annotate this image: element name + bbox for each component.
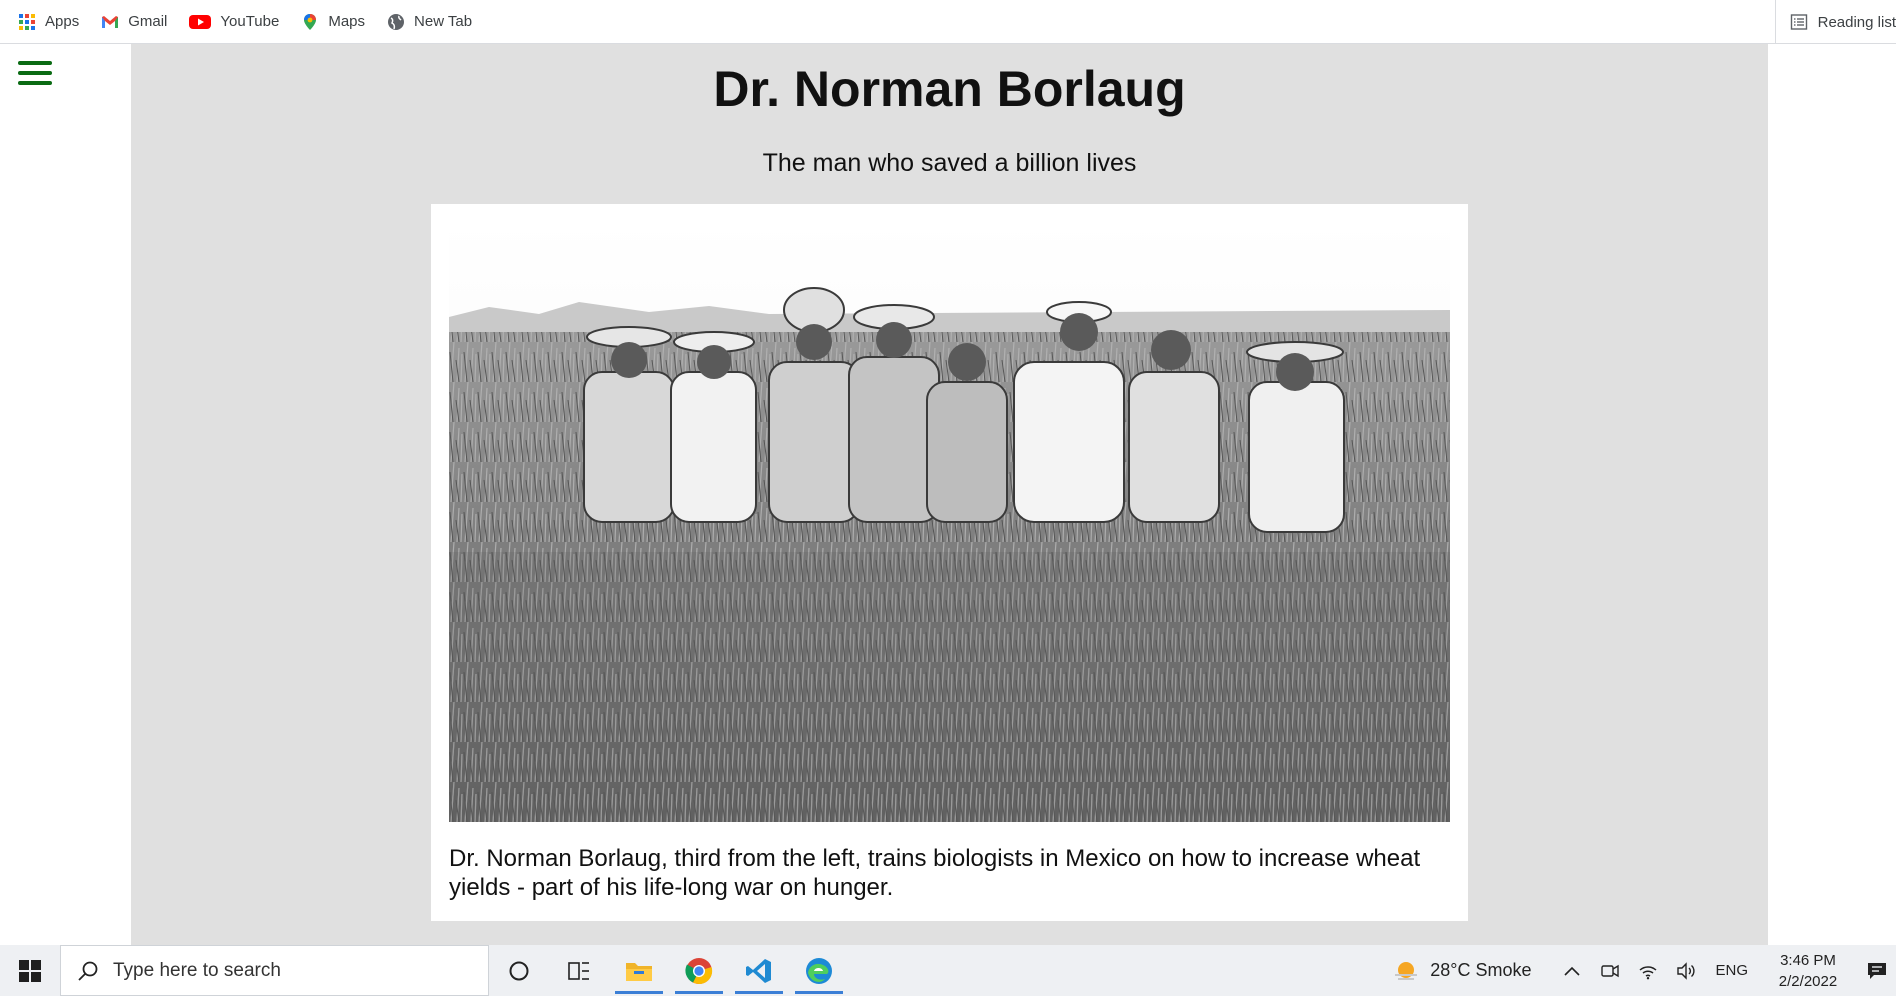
taskbar-search-box[interactable]: Type here to search [60, 945, 489, 996]
vscode-icon [746, 958, 771, 983]
volume-button[interactable] [1667, 945, 1705, 996]
chrome-button[interactable] [669, 945, 729, 996]
chrome-icon [685, 957, 713, 984]
youtube-icon [189, 14, 212, 29]
main-content: Dr. Norman Borlaug The man who saved a b… [131, 44, 1768, 945]
gmail-icon [102, 15, 119, 28]
windows-logo-icon [19, 959, 41, 982]
bookmark-label: YouTube [220, 13, 280, 30]
clock-date: 2/2/2022 [1778, 972, 1838, 990]
reading-list-icon [1790, 14, 1807, 30]
show-hidden-icons-button[interactable] [1553, 945, 1591, 996]
edge-button[interactable] [789, 945, 849, 996]
start-button[interactable] [0, 945, 60, 996]
photo-caption: Dr. Norman Borlaug, third from the left,… [449, 845, 1421, 901]
cortana-circle-icon [509, 961, 529, 980]
meet-camera-icon [1601, 964, 1620, 977]
cortana-button[interactable] [489, 945, 549, 996]
reading-list-button[interactable]: Reading list [1774, 0, 1896, 44]
bookmark-label: Maps [328, 13, 366, 30]
notification-icon [1868, 962, 1886, 979]
bookmark-label: Gmail [128, 13, 168, 30]
weather-text: 28°C Smoke [1430, 960, 1532, 980]
input-language[interactable]: ENG [1705, 962, 1758, 979]
globe-icon [388, 13, 405, 30]
hamburger-menu-icon[interactable] [18, 61, 52, 89]
bookmark-youtube[interactable]: YouTube [179, 6, 289, 38]
edge-icon [806, 957, 832, 984]
clock-time: 3:46 PM [1780, 951, 1836, 969]
page-content: Dr. Norman Borlaug The man who saved a b… [0, 44, 1896, 945]
side-nav [0, 44, 131, 945]
bookmark-label: Apps [45, 13, 80, 30]
page-subtitle: The man who saved a billion lives [762, 149, 1137, 177]
weather-sun-haze-icon [1395, 961, 1418, 980]
bookmark-gmail[interactable]: Gmail [91, 6, 177, 38]
network-button[interactable] [1629, 945, 1667, 996]
chevron-up-icon [1564, 966, 1581, 976]
right-gutter [1768, 44, 1896, 945]
file-explorer-button[interactable] [609, 945, 669, 996]
bookmark-maps[interactable]: Maps [291, 6, 375, 38]
bookmark-apps[interactable]: Apps [8, 6, 89, 38]
task-view-button[interactable] [549, 945, 609, 996]
apps-grid-icon [19, 13, 35, 30]
clock[interactable]: 3:46 PM 2/2/2022 [1758, 950, 1858, 992]
search-icon [78, 961, 98, 981]
bookmarks-bar: Apps Gmail YouTube Maps New Tab Reading … [0, 0, 1896, 44]
bookmark-new-tab[interactable]: New Tab [377, 6, 482, 38]
meet-now-button[interactable] [1591, 945, 1629, 996]
speaker-icon [1677, 961, 1696, 980]
wifi-icon [1639, 965, 1657, 979]
bookmark-label: New Tab [414, 13, 473, 30]
system-tray: 28°C Smoke ENG 3:46 PM 2/2/2022 [1392, 945, 1896, 996]
task-view-icon [568, 961, 589, 980]
page-title: Dr. Norman Borlaug [713, 61, 1186, 117]
reading-list-label: Reading list [1817, 13, 1896, 31]
vscode-button[interactable] [729, 945, 789, 996]
photo-card: Dr. Norman Borlaug, third from the left,… [431, 204, 1468, 921]
windows-taskbar: Type here to search 28°C Smoke ENG 3:46 … [0, 945, 1896, 996]
maps-pin-icon [304, 13, 317, 30]
weather-widget[interactable]: 28°C Smoke [1392, 959, 1531, 983]
notification-center-button[interactable] [1858, 960, 1896, 982]
search-placeholder: Type here to search [113, 959, 281, 981]
borlaug-wheat-field-photo [449, 222, 1450, 822]
folder-icon [626, 962, 652, 981]
